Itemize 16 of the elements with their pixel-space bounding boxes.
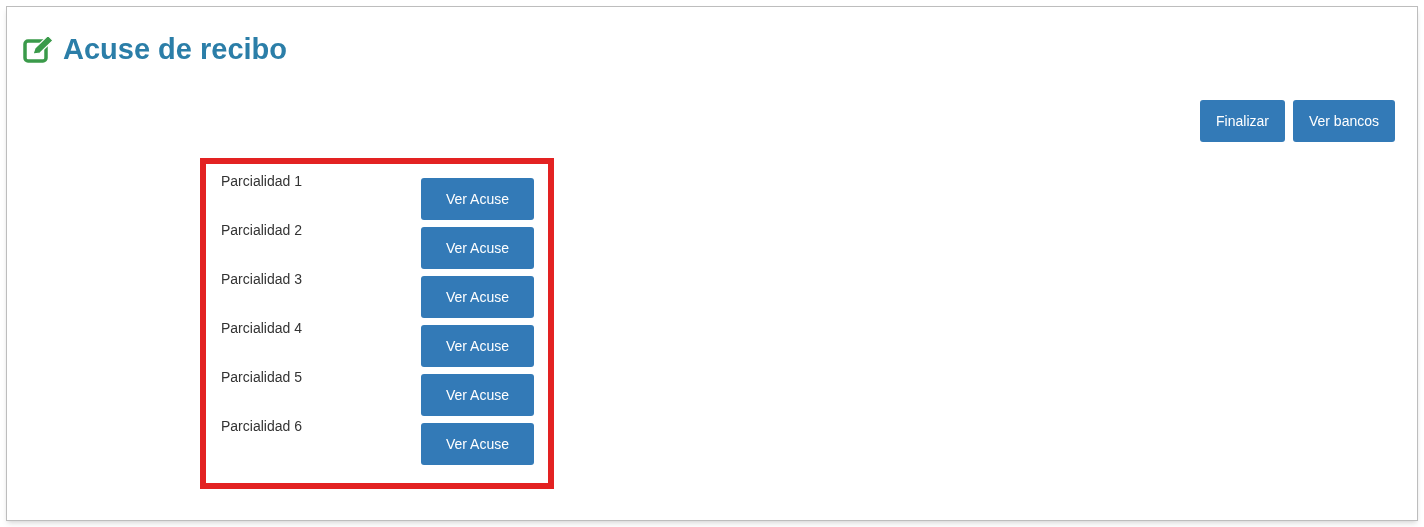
row-label: Parcialidad 5 (221, 370, 302, 384)
view-receipt-button[interactable]: Ver Acuse (421, 178, 534, 220)
view-receipt-button[interactable]: Ver Acuse (421, 227, 534, 269)
edit-icon (23, 35, 55, 64)
page-title: Acuse de recibo (63, 35, 288, 64)
view-receipt-button[interactable]: Ver Acuse (421, 423, 534, 465)
row-label: Parcialidad 1 (221, 174, 302, 188)
row-label: Parcialidad 6 (221, 419, 302, 433)
row-label: Parcialidad 3 (221, 272, 302, 286)
view-receipt-button[interactable]: Ver Acuse (421, 276, 534, 318)
row-label: Parcialidad 4 (221, 321, 302, 335)
view-receipt-button[interactable]: Ver Acuse (421, 374, 534, 416)
row-label: Parcialidad 2 (221, 223, 302, 237)
action-button[interactable]: Finalizar (1200, 100, 1285, 142)
view-receipt-button[interactable]: Ver Acuse (421, 325, 534, 367)
action-button[interactable]: Ver bancos (1292, 100, 1395, 142)
